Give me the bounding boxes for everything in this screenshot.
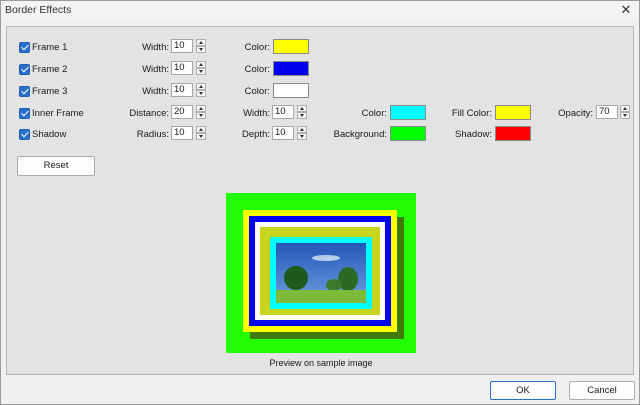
inner-frame-color-swatch[interactable] (390, 105, 426, 120)
frame3-width-label: Width: (142, 86, 169, 97)
preview-bush (326, 279, 342, 291)
shadow-radius-label: Radius: (136, 129, 169, 140)
settings-panel: Frame 1 Width: 10 Color: Frame 2 Width: … (6, 26, 634, 375)
frame2-width-input[interactable]: 10 (171, 61, 193, 75)
preview-meadow (276, 290, 366, 303)
frame3-label: Frame 3 (32, 86, 68, 97)
border-effects-dialog: Border Effects ✕ Frame 1 Width: 10 Color… (0, 0, 640, 405)
inner-frame-distance-label: Distance: (129, 108, 169, 119)
frame1-checkbox[interactable] (19, 42, 30, 53)
shadow-depth-spinner[interactable] (297, 126, 307, 140)
inner-frame-distance-spinner[interactable] (196, 105, 206, 119)
spin-down-icon[interactable] (196, 46, 206, 53)
inner-frame-fill-swatch[interactable] (495, 105, 531, 120)
spin-up-icon[interactable] (196, 83, 206, 90)
frame1-width-label: Width: (142, 42, 169, 53)
shadow-depth-label: Depth: (242, 129, 270, 140)
shadow-color-swatch[interactable] (495, 126, 531, 141)
frame2-checkbox[interactable] (19, 64, 30, 75)
inner-frame-fill-label: Fill Color: (451, 108, 492, 119)
spin-down-icon[interactable] (196, 133, 206, 140)
frame2-width-spinner[interactable] (196, 61, 206, 75)
spin-down-icon[interactable] (620, 112, 630, 119)
shadow-radius-spinner[interactable] (196, 126, 206, 140)
spin-down-icon[interactable] (297, 133, 307, 140)
frame1-color-label: Color: (244, 42, 270, 53)
frame2-width-label: Width: (142, 64, 169, 75)
frame1-label: Frame 1 (32, 42, 68, 53)
frame2-color-label: Color: (244, 64, 270, 75)
spin-up-icon[interactable] (297, 105, 307, 112)
background-color-swatch[interactable] (390, 126, 426, 141)
frame1-width-spinner[interactable] (196, 39, 206, 53)
frame2-label: Frame 2 (32, 64, 68, 75)
opacity-label: Opacity: (558, 108, 593, 119)
spin-up-icon[interactable] (620, 105, 630, 112)
preview-image (226, 193, 416, 353)
frame3-width-input[interactable]: 10 (171, 83, 193, 97)
background-label: Background: (333, 129, 387, 140)
preview-tree-left (284, 266, 308, 290)
shadow-radius-input[interactable]: 10 (171, 126, 193, 140)
cancel-button[interactable]: Cancel (569, 381, 635, 400)
inner-frame-width-input[interactable]: 10 (272, 105, 294, 119)
shadow-depth-input[interactable]: 10 (272, 126, 294, 140)
frame3-color-label: Color: (244, 86, 270, 97)
frame1-width-input[interactable]: 10 (171, 39, 193, 53)
spin-down-icon[interactable] (196, 68, 206, 75)
window-title: Border Effects (5, 4, 72, 16)
shadow-label: Shadow (32, 129, 67, 140)
frame3-width-spinner[interactable] (196, 83, 206, 97)
spin-up-icon[interactable] (196, 126, 206, 133)
frame3-color-swatch[interactable] (273, 83, 309, 98)
spin-up-icon[interactable] (196, 61, 206, 68)
shadow-color-label: Shadow: (455, 129, 492, 140)
frame2-color-swatch[interactable] (273, 61, 309, 76)
frame1-color-swatch[interactable] (273, 39, 309, 54)
close-icon[interactable]: ✕ (619, 3, 633, 17)
shadow-checkbox[interactable] (19, 129, 30, 140)
spin-down-icon[interactable] (196, 112, 206, 119)
title-bar: Border Effects ✕ (1, 1, 639, 21)
inner-frame-width-label: Width: (243, 108, 270, 119)
inner-frame-color-label: Color: (361, 108, 387, 119)
preview-cloud (312, 255, 340, 261)
frame3-checkbox[interactable] (19, 86, 30, 97)
inner-frame-checkbox[interactable] (19, 108, 30, 119)
inner-frame-width-spinner[interactable] (297, 105, 307, 119)
spin-up-icon[interactable] (196, 39, 206, 46)
opacity-spinner[interactable] (620, 105, 630, 119)
opacity-input[interactable]: 70 (596, 105, 618, 119)
reset-button[interactable]: Reset (17, 156, 95, 176)
spin-down-icon[interactable] (297, 112, 307, 119)
inner-frame-distance-input[interactable]: 20 (171, 105, 193, 119)
spin-up-icon[interactable] (297, 126, 307, 133)
spin-up-icon[interactable] (196, 105, 206, 112)
preview-caption: Preview on sample image (269, 358, 373, 368)
spin-down-icon[interactable] (196, 90, 206, 97)
ok-button[interactable]: OK (490, 381, 556, 400)
inner-frame-label: Inner Frame (32, 108, 84, 119)
